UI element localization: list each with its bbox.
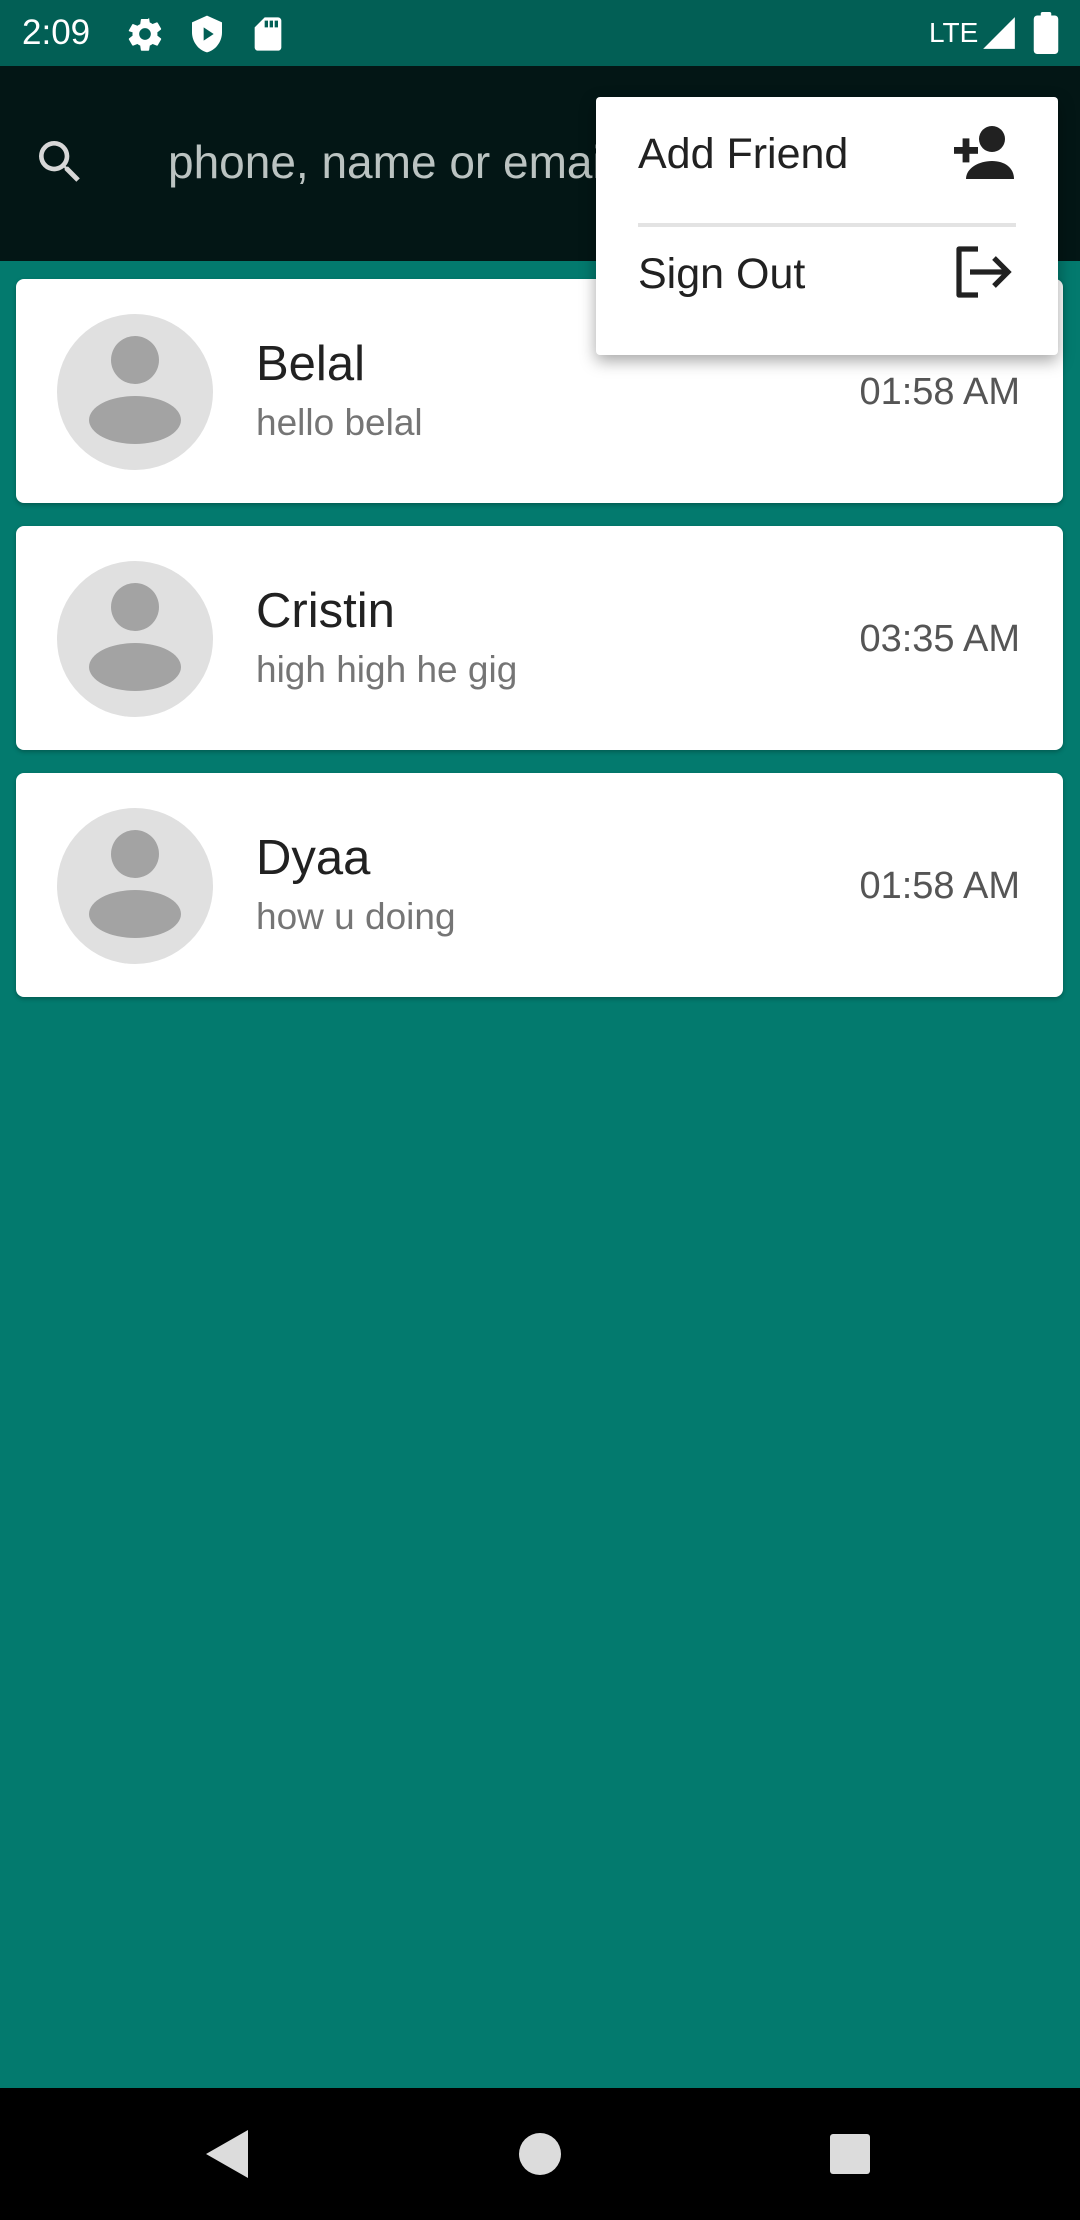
status-time: 2:09 xyxy=(22,13,91,52)
signal-icon xyxy=(983,17,1015,49)
menu-item-label: Sign Out xyxy=(638,250,806,298)
message-time: 01:58 AM xyxy=(859,371,1020,413)
battery-icon xyxy=(1033,12,1059,54)
search-icon[interactable] xyxy=(32,134,88,190)
contact-name: Dyaa xyxy=(256,831,371,885)
back-icon[interactable] xyxy=(190,2118,262,2190)
person-placeholder-icon xyxy=(89,583,181,691)
last-message: high high he gig xyxy=(256,649,518,690)
search-input[interactable] xyxy=(168,122,608,202)
contact-name: Belal xyxy=(256,337,365,391)
last-message: hello belal xyxy=(256,402,423,443)
menu-item-label: Add Friend xyxy=(638,130,849,178)
logout-icon xyxy=(956,246,1012,298)
person-add-icon xyxy=(954,126,1014,179)
sd-card-icon xyxy=(254,17,282,51)
message-time: 03:35 AM xyxy=(859,618,1020,660)
avatar xyxy=(57,314,213,470)
menu-item-sign-out[interactable]: Sign Out xyxy=(596,217,1058,327)
overflow-menu: Add Friend Sign Out xyxy=(596,97,1058,355)
contact-name: Cristin xyxy=(256,584,395,638)
avatar xyxy=(57,561,213,717)
message-time: 01:58 AM xyxy=(859,865,1020,907)
menu-item-add-friend[interactable]: Add Friend xyxy=(596,97,1058,207)
last-message: how u doing xyxy=(256,896,456,937)
gear-icon xyxy=(128,18,162,51)
chat-list-item[interactable]: Dyaa how u doing 01:58 AM xyxy=(16,773,1063,997)
navigation-bar xyxy=(0,2088,1080,2220)
home-icon[interactable] xyxy=(504,2118,576,2190)
shield-play-icon xyxy=(192,15,222,53)
recents-icon[interactable] xyxy=(814,2118,886,2190)
status-bar: 2:09 LTE xyxy=(0,0,1080,66)
chat-list-item[interactable]: Cristin high high he gig 03:35 AM xyxy=(16,526,1063,750)
person-placeholder-icon xyxy=(89,830,181,938)
person-placeholder-icon xyxy=(89,336,181,444)
avatar xyxy=(57,808,213,964)
network-type: LTE xyxy=(929,17,979,48)
